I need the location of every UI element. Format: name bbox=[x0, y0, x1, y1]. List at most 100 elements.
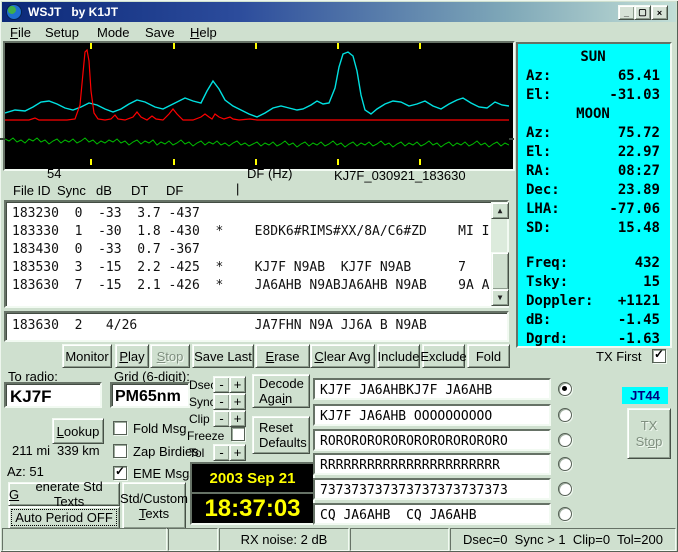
tx-message-3-field[interactable]: RORORORORORORORORORORORO bbox=[313, 429, 551, 451]
tx-first-label: TX First bbox=[596, 349, 642, 364]
std-custom-texts-button[interactable]: Std/Custom Texts bbox=[120, 482, 188, 529]
sun-az-row: Az: 65.41 bbox=[526, 68, 660, 84]
col-sync: Sync bbox=[57, 183, 86, 198]
minimize-button[interactable]: _ bbox=[618, 5, 635, 20]
menu-mode[interactable]: Mode bbox=[97, 25, 130, 40]
stop-button[interactable]: Stop bbox=[150, 344, 190, 368]
tx-message-4-radio[interactable] bbox=[558, 457, 572, 471]
zap-birdies-checkbox[interactable] bbox=[113, 444, 127, 458]
eme-msgs-checkbox[interactable] bbox=[113, 464, 127, 480]
decoded-text-pane[interactable]: 183230 0 -33 3.7 -437 183330 1 -30 1.8 -… bbox=[4, 200, 509, 308]
scrollbar-thumb[interactable] bbox=[491, 252, 509, 290]
sun-el-row: El: -31.03 bbox=[526, 87, 660, 103]
scroll-up-icon[interactable]: ▲ bbox=[491, 202, 509, 219]
exclude-button[interactable]: Exclude bbox=[420, 344, 467, 368]
sync-minus-button[interactable]: - bbox=[213, 393, 230, 410]
date-display: 2003 Sep 21 bbox=[190, 462, 315, 494]
moon-sd-row: SD: 15.48 bbox=[526, 220, 660, 236]
average-line: 183630 2 4/26 JA7FHN N9A JJ6A B N9AB bbox=[12, 318, 427, 333]
reset-defaults-button[interactable]: Reset Defaults bbox=[252, 416, 310, 454]
eme-msgs-label: EME Msgs bbox=[133, 466, 196, 481]
axis-ticks bbox=[90, 43, 421, 165]
clip-label: Clip bbox=[189, 412, 210, 426]
title-bar: WSJT by K1JT bbox=[2, 2, 676, 22]
wsjt-window: { "window": { "title": "WSJT by K1JT", "… bbox=[0, 0, 678, 552]
tx-message-1-field[interactable]: KJ7F JA6AHBKJ7F JA6AHB bbox=[313, 378, 551, 400]
x-start-label: 54 bbox=[47, 166, 62, 181]
tx-message-2-field[interactable]: KJ7F JA6AHB OOOOOOOOOO bbox=[313, 404, 551, 426]
decoded-line: 183530 3 -15 2.2 -425 * KJ7F N9AB KJ7F N… bbox=[12, 260, 466, 275]
menu-help[interactable]: Help bbox=[190, 25, 217, 40]
mode-badge: JT44 bbox=[622, 387, 668, 404]
moon-header: MOON bbox=[576, 106, 610, 122]
sun-header: SUN bbox=[580, 49, 606, 65]
maximize-button[interactable]: ▢ bbox=[634, 5, 651, 20]
tx-message-2-radio[interactable] bbox=[558, 408, 572, 422]
scroll-down-icon[interactable]: ▼ bbox=[491, 289, 509, 306]
spectrum-plot[interactable] bbox=[3, 41, 515, 171]
status-panel-4 bbox=[350, 528, 449, 551]
status-panel-2 bbox=[168, 528, 218, 551]
col-df: DF bbox=[166, 183, 184, 198]
include-button[interactable]: Include bbox=[377, 344, 420, 368]
app-globe-icon bbox=[6, 4, 22, 20]
freeze-checkbox[interactable] bbox=[231, 427, 245, 441]
decode-again-button[interactable]: Decode Again bbox=[252, 374, 310, 408]
decoded-scrollbar[interactable]: ▲ ▼ bbox=[491, 202, 509, 306]
tx-message-5-field[interactable]: 737373737373737373737373 bbox=[313, 478, 551, 500]
tx-first-checkbox[interactable] bbox=[652, 347, 666, 363]
dgrd-row: Dgrd: -1.63 bbox=[526, 331, 660, 347]
moon-lha-row: LHA: -77.06 bbox=[526, 201, 660, 217]
freeze-label: Freeze bbox=[187, 429, 225, 443]
dsec-minus-button[interactable]: - bbox=[213, 376, 230, 393]
close-button[interactable]: × bbox=[651, 5, 668, 20]
azimuth-label: Az: 51 bbox=[7, 464, 44, 479]
astro-panel: SUN Az: 65.41 El: -31.03 MOON Az: 75.72 El:… bbox=[516, 42, 672, 348]
grid-input[interactable]: PM65nm bbox=[110, 382, 190, 408]
tx-message-5-radio[interactable] bbox=[558, 482, 572, 496]
tx-message-4-field[interactable]: RRRRRRRRRRRRRRRRRRRRRRR bbox=[313, 453, 551, 475]
moon-ra-row: RA: 08:27 bbox=[526, 163, 660, 179]
menu-save[interactable]: Save bbox=[145, 25, 175, 40]
tol-label: Tol bbox=[189, 446, 205, 460]
right-axis-tick bbox=[509, 138, 514, 140]
decoded-line: 183430 0 -33 0.7 -367 bbox=[12, 242, 200, 257]
fold-button[interactable]: Fold bbox=[467, 344, 510, 368]
menu-bar: File Setup Mode Save Help bbox=[2, 22, 676, 41]
tx-stop-button[interactable]: TX Stop bbox=[627, 408, 671, 459]
tx-message-6-field[interactable]: CQ JA6AHB CQ JA6AHB bbox=[313, 503, 551, 525]
left-axis-tick bbox=[0, 138, 5, 140]
decoded-line: 183630 7 -15 2.1 -426 * JA6AHB N9ABJA6AH… bbox=[12, 278, 490, 293]
erase-button[interactable]: Erase bbox=[255, 344, 310, 368]
x-axis-label: DF (Hz) bbox=[247, 166, 293, 181]
col-file-id: File ID bbox=[13, 183, 51, 198]
col-dt: DT bbox=[131, 183, 149, 198]
tx-message-6-radio[interactable] bbox=[558, 507, 572, 521]
tx-message-3-radio[interactable] bbox=[558, 433, 572, 447]
to-radio-input[interactable]: KJ7F bbox=[4, 382, 102, 408]
clip-plus-button[interactable]: + bbox=[229, 410, 246, 427]
menu-file[interactable]: File bbox=[10, 25, 31, 40]
average-text-pane[interactable]: 183630 2 4/26 JA7FHN N9A JJ6A B N9AB bbox=[4, 311, 509, 342]
status-decode-params: Dsec=0 Sync > 1 Clip=0 Tol=200 bbox=[450, 528, 676, 551]
lookup-button[interactable]: Lookup bbox=[52, 418, 104, 444]
tol-minus-button[interactable]: - bbox=[213, 444, 230, 461]
play-button[interactable]: Play bbox=[115, 344, 149, 368]
clear-avg-button[interactable]: Clear Avg bbox=[310, 344, 375, 368]
tx-message-1-radio[interactable] bbox=[558, 382, 572, 396]
time-display: 18:37:03 bbox=[190, 492, 315, 525]
tol-plus-button[interactable]: + bbox=[229, 444, 246, 461]
save-last-button[interactable]: Save Last bbox=[192, 344, 254, 368]
trace-cyan bbox=[4, 51, 510, 118]
spectrum-traces bbox=[4, 43, 510, 165]
monitor-button[interactable]: Monitor bbox=[62, 344, 112, 368]
decoded-line: 183230 0 -33 3.7 -437 bbox=[12, 206, 200, 221]
dsec-plus-button[interactable]: + bbox=[229, 376, 246, 393]
clip-minus-button[interactable]: - bbox=[213, 410, 230, 427]
fold-msg-checkbox[interactable] bbox=[113, 421, 127, 435]
sync-plus-button[interactable]: + bbox=[229, 393, 246, 410]
doppler-row: Doppler: +1121 bbox=[526, 293, 660, 309]
generate-std-texts-button[interactable]: Generate Std Texts bbox=[8, 479, 120, 509]
menu-setup[interactable]: Setup bbox=[45, 25, 79, 40]
auto-period-button[interactable]: Auto Period OFF bbox=[8, 506, 120, 529]
